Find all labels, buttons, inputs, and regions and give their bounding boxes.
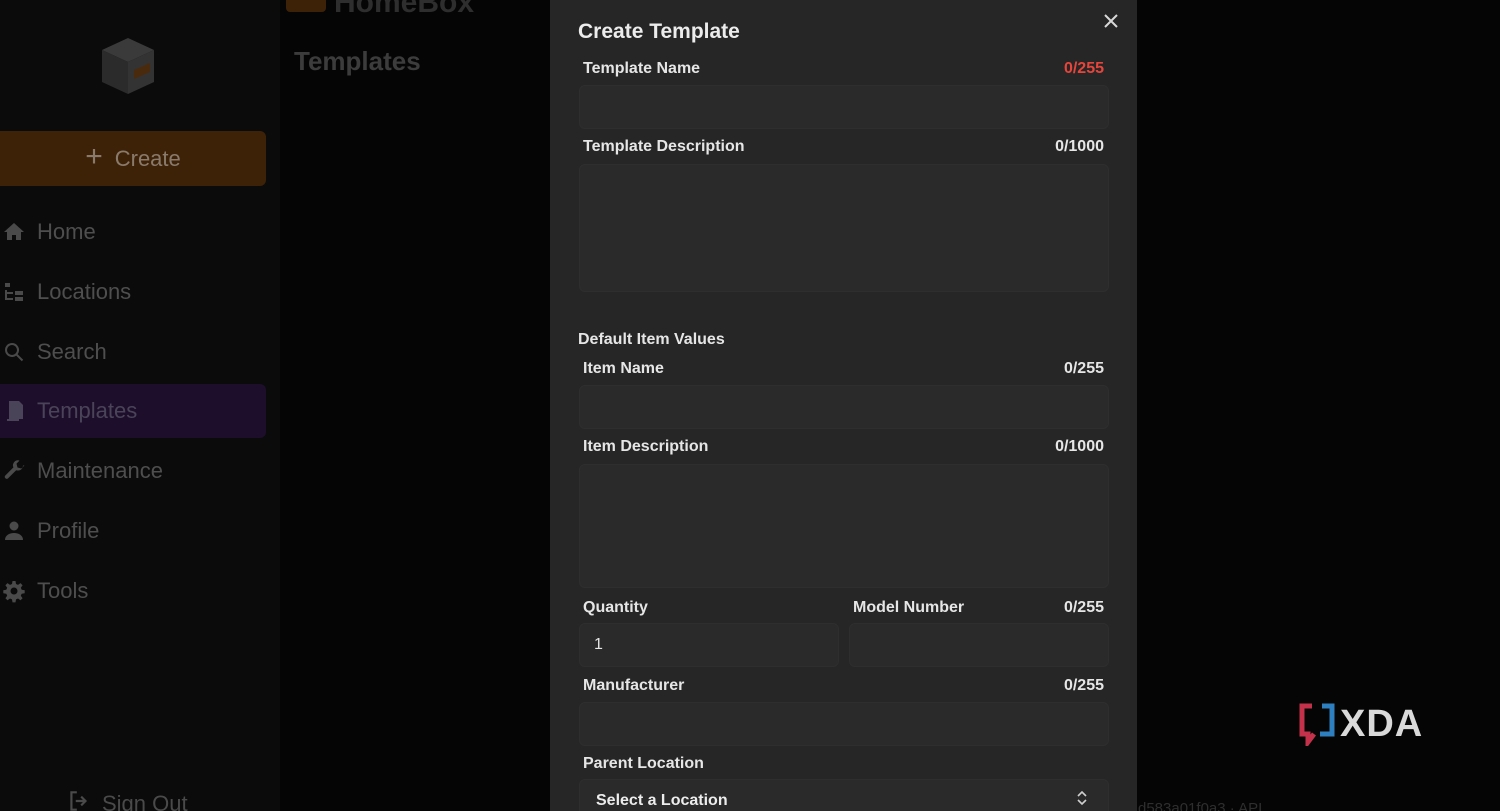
plus-icon: + — [85, 140, 103, 173]
template-description-textarea[interactable] — [579, 164, 1109, 292]
item-name-input[interactable] — [579, 385, 1109, 429]
template-name-label: Template Name — [583, 60, 701, 77]
page-title: Templates — [294, 46, 421, 76]
item-description-textarea[interactable] — [579, 464, 1109, 588]
parent-location-selected: Select a Location — [596, 792, 728, 809]
sidebar-item-profile[interactable]: Profile — [0, 504, 266, 558]
search-icon — [1, 339, 27, 365]
sidebar-item-tools[interactable]: Tools — [0, 564, 266, 618]
locations-tree-icon — [1, 279, 27, 305]
item-name-counter: 0/255 — [1063, 360, 1104, 377]
app-root: + Create Home Locations Search Templates… — [0, 0, 1500, 811]
close-icon — [1104, 14, 1118, 28]
brand-name: HomeBox — [334, 0, 475, 19]
wrench-icon — [1, 458, 27, 484]
version-footer: d583a01f0a3 · API — [1138, 800, 1263, 811]
item-description-counter: 0/1000 — [1055, 438, 1104, 455]
item-description-label: Item Description — [583, 438, 709, 455]
modal-title: Create Template — [578, 20, 740, 43]
model-number-counter: 0/255 — [1063, 599, 1104, 616]
chevron-up-down-icon — [1074, 789, 1090, 807]
sidebar-item-label: Profile — [37, 518, 100, 543]
model-number-label: Model Number — [853, 599, 965, 616]
model-number-input[interactable] — [849, 623, 1109, 667]
manufacturer-counter: 0/255 — [1063, 677, 1104, 694]
watermark-text: XDA — [1340, 702, 1424, 745]
default-item-values-heading: Default Item Values — [578, 331, 725, 348]
sidebar: + Create Home Locations Search Templates… — [0, 0, 280, 811]
quantity-input[interactable] — [579, 623, 839, 667]
create-template-modal: Create Template Template Name 0/255 Temp… — [550, 0, 1137, 811]
sidebar-item-label: Tools — [37, 578, 89, 603]
template-name-counter: 0/255 — [1063, 60, 1104, 77]
sign-out-icon — [66, 788, 92, 811]
sidebar-item-home[interactable]: Home — [0, 205, 266, 259]
sidebar-item-locations[interactable]: Locations — [0, 265, 266, 319]
sidebar-item-label: Maintenance — [37, 458, 163, 483]
template-name-input[interactable] — [579, 85, 1109, 129]
sign-out-button[interactable]: Sign Out — [66, 788, 188, 811]
home-icon — [1, 219, 27, 245]
sidebar-item-label: Locations — [37, 279, 132, 304]
gear-icon — [1, 578, 27, 604]
close-button[interactable] — [1100, 10, 1122, 32]
parent-location-label: Parent Location — [583, 755, 704, 772]
xda-watermark: XDA — [1298, 702, 1423, 746]
create-button-label: Create — [114, 145, 181, 171]
xda-logo-icon — [1299, 703, 1335, 746]
manufacturer-label: Manufacturer — [583, 677, 685, 694]
sidebar-item-label: Templates — [37, 398, 138, 423]
item-name-label: Item Name — [583, 360, 664, 377]
sign-out-label: Sign Out — [102, 791, 188, 811]
sidebar-item-maintenance[interactable]: Maintenance — [0, 444, 266, 498]
template-description-counter: 0/1000 — [1055, 138, 1104, 155]
quantity-label: Quantity — [583, 599, 648, 616]
sidebar-item-label: Home — [37, 219, 96, 244]
parent-location-select[interactable]: Select a Location — [579, 779, 1109, 811]
manufacturer-input[interactable] — [579, 702, 1109, 746]
person-icon — [1, 518, 27, 544]
homebox-logo-icon — [96, 34, 160, 98]
create-button[interactable]: + Create — [0, 131, 266, 186]
sidebar-item-search[interactable]: Search — [0, 325, 266, 379]
sidebar-item-templates[interactable]: Templates — [0, 384, 266, 438]
templates-icon — [1, 398, 27, 424]
template-description-label: Template Description — [583, 138, 745, 155]
brand-logo-chip — [286, 0, 326, 12]
sidebar-item-label: Search — [37, 339, 107, 364]
